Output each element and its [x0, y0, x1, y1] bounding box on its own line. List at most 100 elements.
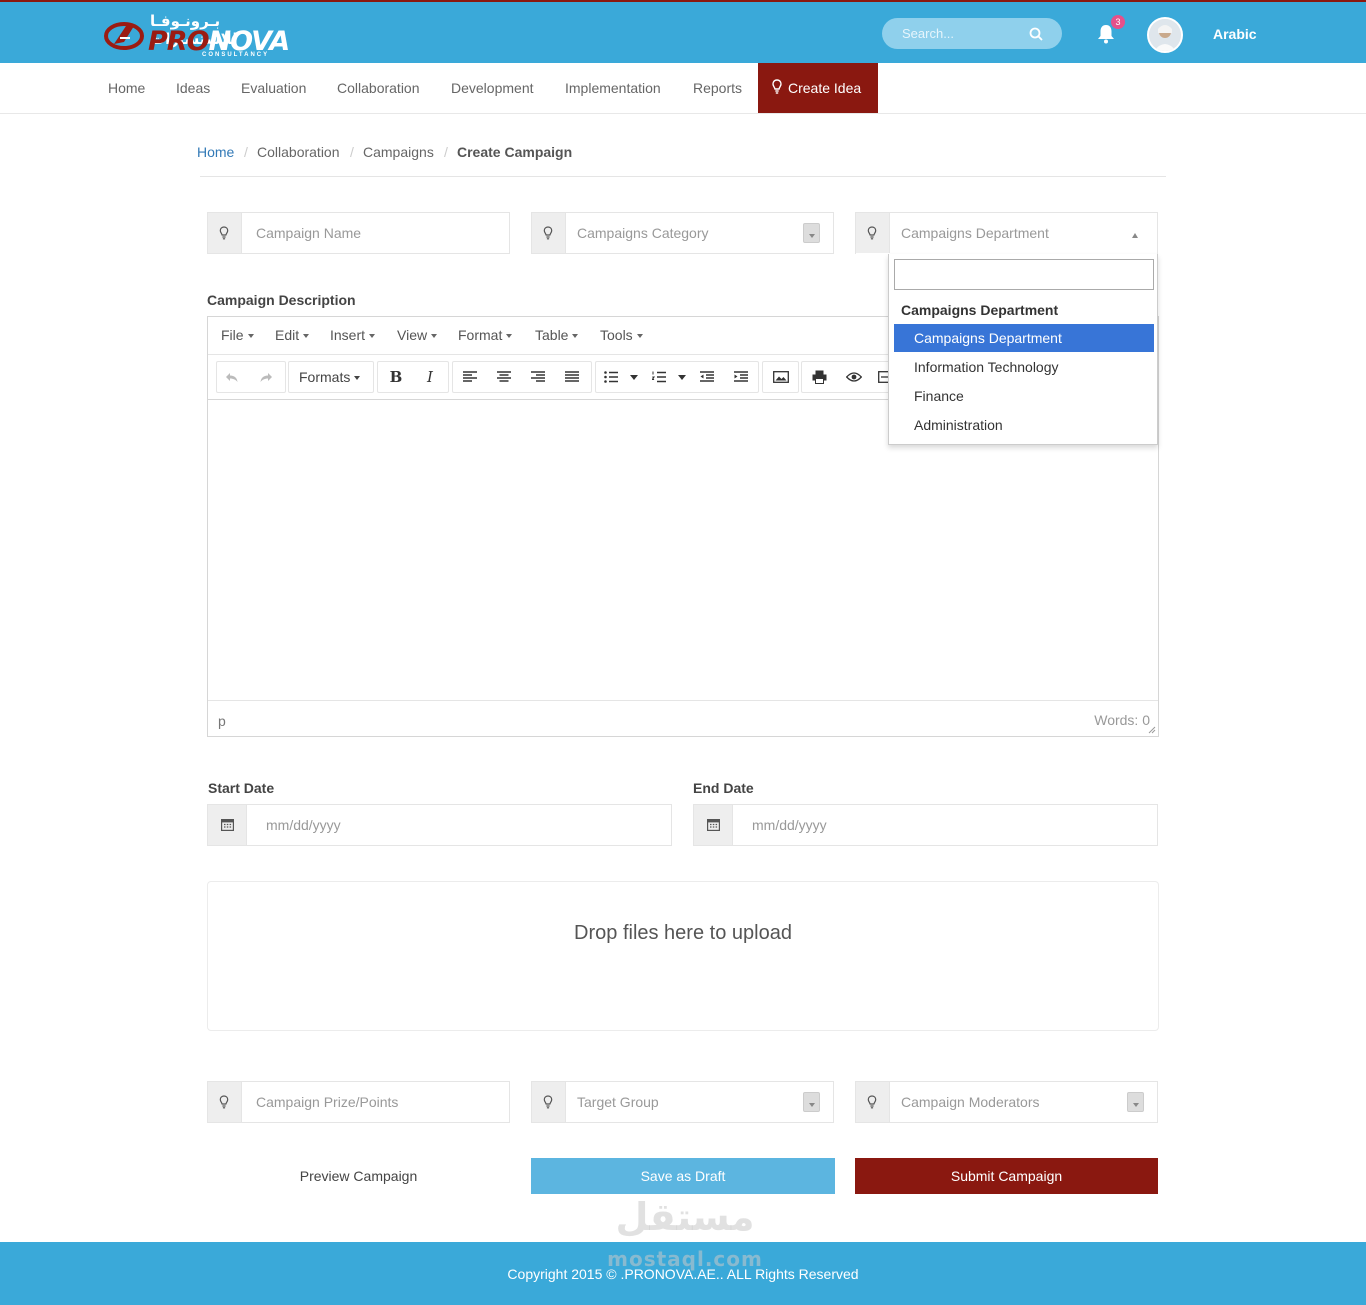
campaign-moderators-addon	[856, 1082, 890, 1122]
undo-icon[interactable]	[225, 370, 239, 384]
formats-dropdown[interactable]: Formats	[288, 361, 374, 393]
campaign-moderators-select[interactable]: Campaign Moderators	[855, 1081, 1158, 1123]
breadcrumb-separator: /	[444, 144, 448, 160]
end-date-placeholder: mm/dd/yyyy	[752, 817, 827, 833]
lightbulb-icon	[867, 226, 877, 240]
breadcrumb-home[interactable]: Home	[197, 144, 234, 160]
header-search	[882, 18, 1062, 49]
campaign-name-addon	[208, 213, 242, 253]
nav-item-evaluation[interactable]: Evaluation	[241, 80, 306, 96]
submit-campaign-button[interactable]: Submit Campaign	[855, 1158, 1158, 1194]
resize-handle-icon[interactable]	[1148, 726, 1156, 734]
lightbulb-icon	[219, 226, 229, 240]
target-group-addon	[532, 1082, 566, 1122]
breadcrumb-campaigns[interactable]: Campaigns	[363, 144, 434, 160]
dropdown-option-administration[interactable]: Administration	[894, 411, 1154, 439]
image-icon[interactable]	[773, 371, 789, 383]
campaign-prize-placeholder: Campaign Prize/Points	[256, 1094, 399, 1110]
end-date-label: End Date	[693, 780, 754, 796]
campaign-category-select[interactable]: Campaigns Category	[531, 212, 834, 254]
nav-item-reports[interactable]: Reports	[693, 80, 742, 96]
end-date-field[interactable]: mm/dd/yyyy	[693, 804, 1158, 846]
main-nav: Home Ideas Evaluation Collaboration Deve…	[0, 63, 1366, 114]
chevron-down-icon[interactable]	[803, 223, 820, 243]
breadcrumb-current: Create Campaign	[457, 144, 573, 160]
print-icon[interactable]	[812, 370, 827, 384]
align-right-icon[interactable]	[531, 371, 545, 383]
breadcrumb-separator: /	[350, 144, 354, 160]
element-path[interactable]: p	[218, 713, 226, 729]
alignment-group	[452, 361, 592, 393]
menu-format[interactable]: Format	[458, 327, 512, 343]
menu-view[interactable]: View	[397, 327, 437, 343]
calendar-icon	[221, 819, 234, 831]
outdent-icon[interactable]	[700, 371, 714, 383]
watermark-arabic-text: مستقل	[615, 1195, 755, 1239]
campaign-department-addon	[856, 213, 890, 253]
nav-item-home[interactable]: Home	[108, 80, 145, 96]
lightbulb-icon	[543, 226, 553, 240]
nav-item-development[interactable]: Development	[451, 80, 534, 96]
numbered-list-icon[interactable]	[652, 371, 666, 383]
dropdown-group-label: Campaigns Department	[901, 302, 1059, 318]
lightbulb-icon	[543, 1095, 553, 1109]
breadcrumb-collaboration[interactable]: Collaboration	[257, 144, 340, 160]
media-group	[762, 361, 799, 393]
redo-icon[interactable]	[259, 370, 273, 384]
eye-icon[interactable]	[846, 371, 862, 383]
start-date-field[interactable]: mm/dd/yyyy	[207, 804, 672, 846]
target-group-select[interactable]: Target Group	[531, 1081, 834, 1123]
list-group	[595, 361, 759, 393]
preview-campaign-button[interactable]: Preview Campaign	[207, 1158, 510, 1194]
department-dropdown: Campaigns Department Campaigns Departmen…	[888, 254, 1158, 445]
campaign-department-select[interactable]: Campaigns Department	[855, 212, 1158, 254]
dropdown-option-information-technology[interactable]: Information Technology	[894, 353, 1154, 381]
campaign-category-placeholder: Campaigns Category	[577, 225, 709, 241]
avatar[interactable]	[1147, 17, 1183, 53]
word-count: Words: 0	[1094, 712, 1150, 728]
dropdown-search-input[interactable]	[894, 259, 1154, 290]
calendar-icon	[707, 819, 720, 831]
dropdown-option-finance[interactable]: Finance	[894, 382, 1154, 410]
create-idea-label: Create Idea	[788, 80, 862, 96]
chevron-up-icon[interactable]	[1132, 233, 1138, 238]
campaign-name-field[interactable]: Campaign Name	[207, 212, 510, 254]
nav-item-implementation[interactable]: Implementation	[565, 80, 661, 96]
menu-file[interactable]: File	[221, 327, 254, 343]
campaign-prize-field[interactable]: Campaign Prize/Points	[207, 1081, 510, 1123]
campaign-category-addon	[532, 213, 566, 253]
nav-item-collaboration[interactable]: Collaboration	[337, 80, 420, 96]
align-justify-icon[interactable]	[565, 371, 579, 383]
chevron-down-icon[interactable]	[630, 375, 638, 380]
end-date-addon	[694, 805, 733, 845]
save-draft-button[interactable]: Save as Draft	[531, 1158, 835, 1194]
chevron-down-icon[interactable]	[803, 1092, 820, 1112]
nav-item-ideas[interactable]: Ideas	[176, 80, 210, 96]
align-left-icon[interactable]	[463, 371, 477, 383]
create-idea-button[interactable]: Create Idea	[758, 63, 878, 113]
dropdown-option-campaigns-department[interactable]: Campaigns Department	[894, 324, 1154, 352]
bullet-list-icon[interactable]	[604, 371, 618, 383]
language-switch[interactable]: Arabic	[1213, 26, 1257, 42]
campaign-department-placeholder: Campaigns Department	[901, 225, 1049, 241]
campaign-prize-addon	[208, 1082, 242, 1122]
menu-edit[interactable]: Edit	[275, 327, 309, 343]
lightbulb-icon	[219, 1095, 229, 1109]
breadcrumb-separator: /	[244, 144, 248, 160]
file-dropzone[interactable]: Drop files here to upload	[207, 881, 1159, 1031]
chevron-down-icon[interactable]	[1127, 1092, 1144, 1112]
lightbulb-icon	[867, 1095, 877, 1109]
breadcrumb-divider	[200, 176, 1166, 177]
italic-button[interactable]: I	[420, 362, 440, 392]
menu-insert[interactable]: Insert	[330, 327, 375, 343]
menu-tools[interactable]: Tools	[600, 327, 643, 343]
bold-button[interactable]: B	[386, 362, 406, 392]
pronova-logo[interactable]: بـرونـوفـا للاستشارات PRONOVA CONSULTANC…	[104, 12, 290, 58]
search-icon[interactable]	[1029, 27, 1043, 41]
menu-table[interactable]: Table	[535, 327, 578, 343]
chevron-down-icon[interactable]	[678, 375, 686, 380]
editor-content-area[interactable]	[208, 400, 1158, 700]
indent-icon[interactable]	[734, 371, 748, 383]
lightbulb-icon	[772, 79, 782, 94]
align-center-icon[interactable]	[497, 371, 511, 383]
